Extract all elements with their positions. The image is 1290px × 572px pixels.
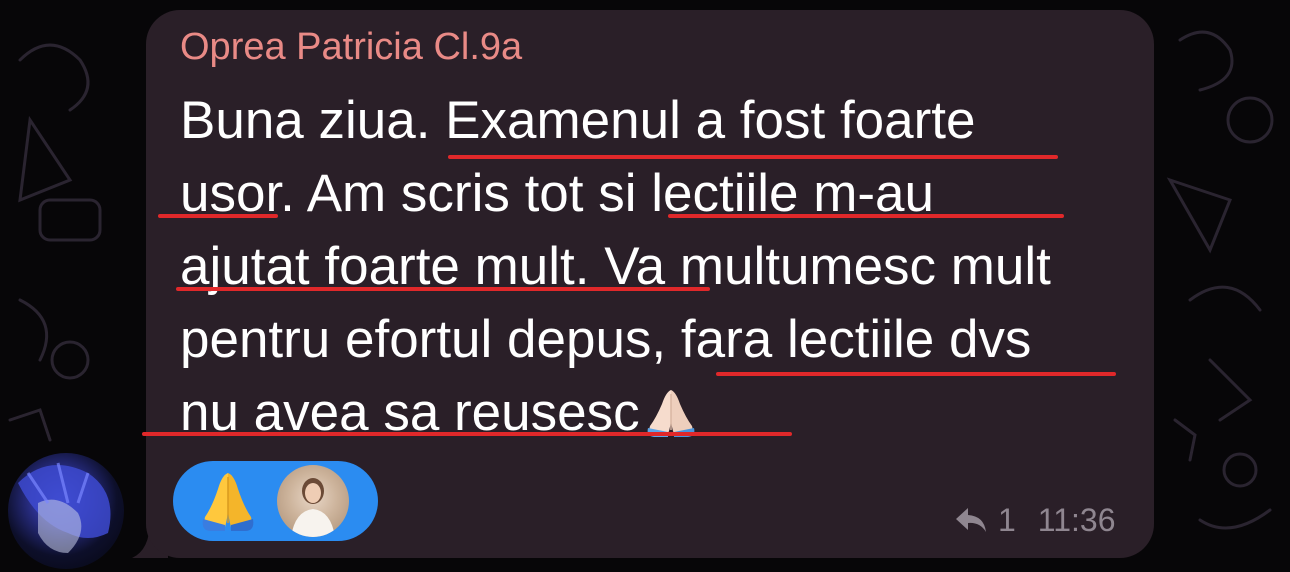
message-line-last: nu avea sa reusesc [180, 376, 1140, 449]
message-line: ajutat foarte mult. Va multumesc mult [180, 237, 1051, 296]
reaction-pill[interactable] [173, 461, 378, 541]
reply-icon[interactable] [954, 506, 988, 534]
annotation-underline [716, 372, 1116, 376]
message-text: Buna ziua. Examenul a fost foarte usor. … [180, 84, 1140, 449]
annotation-underline [176, 287, 710, 291]
reactor-avatar-image [291, 478, 335, 537]
annotation-underline [668, 214, 1064, 218]
message-line: usor. Am scris tot si lectiile m-au [180, 164, 934, 223]
folded-hands-emoji-icon [647, 390, 695, 437]
annotation-underline [448, 155, 1058, 159]
folded-hands-emoji-icon [202, 473, 254, 531]
annotation-underline [142, 432, 792, 436]
sender-name[interactable]: Oprea Patricia Cl.9a [180, 24, 522, 70]
message-line: pentru efortul depus, fara lectiile dvs [180, 310, 1032, 369]
avatar-image [18, 462, 111, 553]
sender-avatar[interactable] [8, 453, 124, 569]
annotation-underline [158, 214, 278, 218]
message-time: 11:36 [1037, 501, 1116, 538]
reply-count[interactable]: 1 [998, 502, 1016, 539]
reactor-avatar[interactable] [277, 465, 349, 537]
message-meta: 1 11:36 [954, 500, 1116, 540]
message-line: Buna ziua. Examenul a fost foarte [180, 91, 976, 150]
